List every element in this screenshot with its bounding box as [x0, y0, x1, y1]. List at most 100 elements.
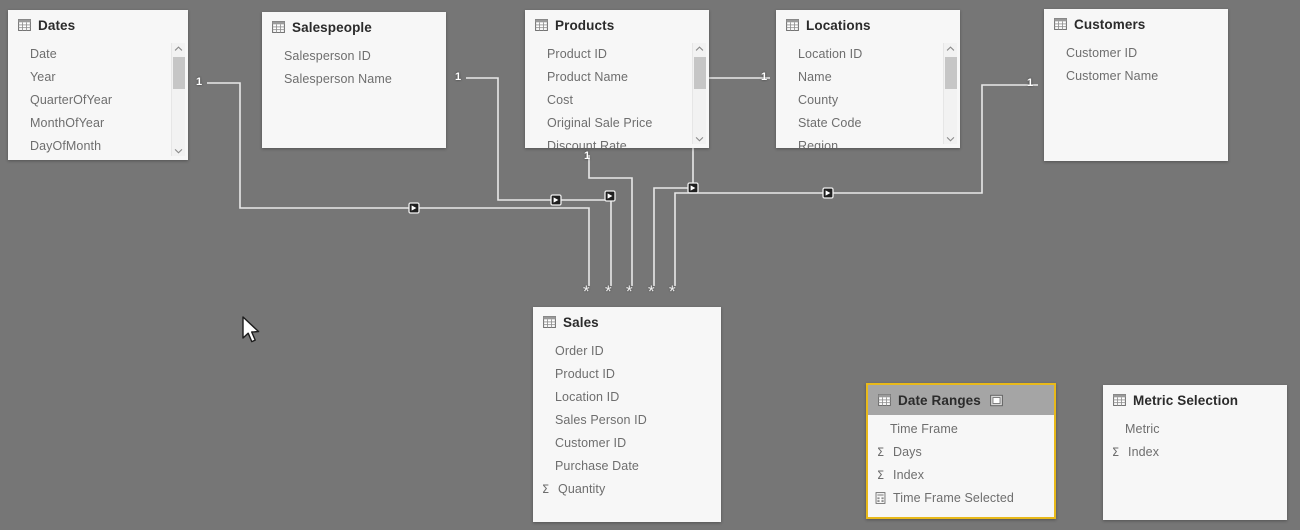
table-icon: [1113, 394, 1126, 406]
field-row[interactable]: Date: [8, 42, 188, 65]
field-name: Original Sale Price: [547, 115, 653, 130]
field-list-sales: Order ID Product ID Location ID Sales Perso…: [533, 337, 721, 500]
field-list-products: Product ID Product Name Cost Original Sale …: [525, 40, 709, 149]
scroll-up-icon[interactable]: [695, 45, 704, 52]
scrollbar-down-button[interactable]: [172, 145, 185, 156]
table-header-salespeople[interactable]: Salespeople: [262, 12, 446, 42]
svg-text:Σ: Σ: [1112, 445, 1119, 459]
field-name: Discount Rate: [547, 138, 627, 149]
field-name: Salesperson ID: [284, 48, 371, 63]
field-row[interactable]: Salesperson Name: [262, 67, 446, 90]
field-row[interactable]: MonthOfYear: [8, 111, 188, 134]
scroll-down-icon[interactable]: [695, 136, 704, 142]
table-scrollbar[interactable]: [171, 43, 185, 156]
field-name: Region: [798, 138, 839, 149]
field-row[interactable]: Order ID: [533, 339, 721, 362]
table-card-customers[interactable]: Customers Customer ID Customer Name: [1044, 9, 1228, 161]
field-row[interactable]: Location ID: [776, 42, 960, 65]
table-card-metric-selection[interactable]: Metric Selection Metric Σ Index: [1103, 385, 1287, 520]
scrollbar-up-button[interactable]: [172, 43, 185, 54]
scroll-down-icon[interactable]: [946, 136, 955, 142]
scrollbar-thumb[interactable]: [945, 57, 957, 89]
table-header-metric-selection[interactable]: Metric Selection: [1103, 385, 1287, 415]
field-row[interactable]: Σ Index: [868, 463, 1054, 486]
field-row[interactable]: Name: [776, 65, 960, 88]
field-name: Time Frame Selected: [893, 490, 1014, 505]
field-name: Index: [893, 467, 925, 482]
field-row[interactable]: State Code: [776, 111, 960, 134]
field-row[interactable]: Cost: [525, 88, 709, 111]
measure-icon: [875, 491, 886, 504]
scroll-down-icon[interactable]: [174, 148, 183, 154]
table-header-customers[interactable]: Customers: [1044, 9, 1228, 39]
model-view-canvas[interactable]: 1 * 1 * 1 * 1 * 1 * Dates Date Year QuarterOfYear Mon…: [0, 0, 1300, 530]
sigma-icon: Σ: [877, 468, 884, 482]
table-card-dates[interactable]: Dates Date Year QuarterOfYear MonthOfYear Day…: [8, 10, 188, 160]
field-row[interactable]: Purchase Date: [533, 454, 721, 477]
table-header-date-ranges[interactable]: Date Ranges: [868, 385, 1054, 415]
sigma-icon: Σ: [877, 445, 884, 459]
table-icon: [786, 19, 799, 31]
field-row[interactable]: Σ Index: [1103, 440, 1287, 463]
field-row[interactable]: Σ Days: [868, 440, 1054, 463]
field-row[interactable]: Discount Rate: [525, 134, 709, 149]
field-name: Metric: [1125, 421, 1160, 436]
field-row[interactable]: Original Sale Price: [525, 111, 709, 134]
table-icon: [1054, 18, 1067, 30]
field-row[interactable]: Time Frame Selected: [868, 486, 1054, 509]
field-row[interactable]: Region: [776, 134, 960, 149]
field-row[interactable]: Year: [8, 65, 188, 88]
field-row[interactable]: Product ID: [525, 42, 709, 65]
scrollbar-down-button[interactable]: [693, 133, 706, 144]
table-cards-layer: Dates Date Year QuarterOfYear MonthOfYear Day…: [0, 0, 1300, 530]
table-card-products[interactable]: Products Product ID Product Name Cost Origin…: [525, 10, 709, 148]
scrollbar-thumb[interactable]: [694, 57, 706, 89]
field-row[interactable]: QuarterOfYear: [8, 88, 188, 111]
table-icon: [878, 394, 891, 406]
scroll-up-icon[interactable]: [946, 45, 955, 52]
table-title: Dates: [38, 17, 76, 33]
sigma-icon: Σ: [542, 482, 549, 496]
field-name: QuarterOfYear: [30, 92, 113, 107]
table-card-date-ranges[interactable]: Date Ranges Time Frame Σ Days Σ Index Time Fra…: [866, 383, 1056, 519]
field-row[interactable]: Location ID: [533, 385, 721, 408]
table-header-products[interactable]: Products: [525, 10, 709, 40]
table-title: Locations: [806, 17, 871, 33]
svg-text:Σ: Σ: [877, 468, 884, 482]
field-name: Product Name: [547, 69, 629, 84]
field-row[interactable]: Σ Quantity: [533, 477, 721, 500]
field-row[interactable]: Customer ID: [1044, 41, 1228, 64]
scrollbar-down-button[interactable]: [944, 133, 957, 144]
table-scrollbar[interactable]: [943, 43, 957, 144]
table-header-locations[interactable]: Locations: [776, 10, 960, 40]
field-name: Sales Person ID: [555, 412, 647, 427]
field-row[interactable]: Customer ID: [533, 431, 721, 454]
field-row[interactable]: Metric: [1103, 417, 1287, 440]
scrollbar-up-button[interactable]: [693, 43, 706, 54]
field-row[interactable]: DayOfMonth: [8, 134, 188, 157]
scrollbar-up-button[interactable]: [944, 43, 957, 54]
field-name: Cost: [547, 92, 574, 107]
sigma-icon: Σ: [1112, 445, 1119, 459]
table-card-salespeople[interactable]: Salespeople Salesperson ID Salesperson Nam…: [262, 12, 446, 148]
field-row[interactable]: Time Frame: [868, 417, 1054, 440]
field-row[interactable]: Product Name: [525, 65, 709, 88]
field-name: Purchase Date: [555, 458, 639, 473]
field-row[interactable]: Product ID: [533, 362, 721, 385]
table-card-sales[interactable]: Sales Order ID Product ID Location ID Sales …: [533, 307, 721, 522]
scrollbar-thumb[interactable]: [173, 57, 185, 89]
field-name: Index: [1128, 444, 1160, 459]
field-row[interactable]: Salesperson ID: [262, 44, 446, 67]
field-row[interactable]: County: [776, 88, 960, 111]
table-header-sales[interactable]: Sales: [533, 307, 721, 337]
table-scrollbar[interactable]: [692, 43, 706, 144]
table-title: Date Ranges: [898, 392, 981, 408]
field-name: Salesperson Name: [284, 71, 392, 86]
table-header-dates[interactable]: Dates: [8, 10, 188, 40]
table-title: Sales: [563, 314, 599, 330]
field-row[interactable]: Sales Person ID: [533, 408, 721, 431]
scroll-up-icon[interactable]: [174, 45, 183, 52]
field-name: Year: [30, 69, 56, 84]
table-card-locations[interactable]: Locations Location ID Name County State Code…: [776, 10, 960, 148]
field-row[interactable]: Customer Name: [1044, 64, 1228, 87]
